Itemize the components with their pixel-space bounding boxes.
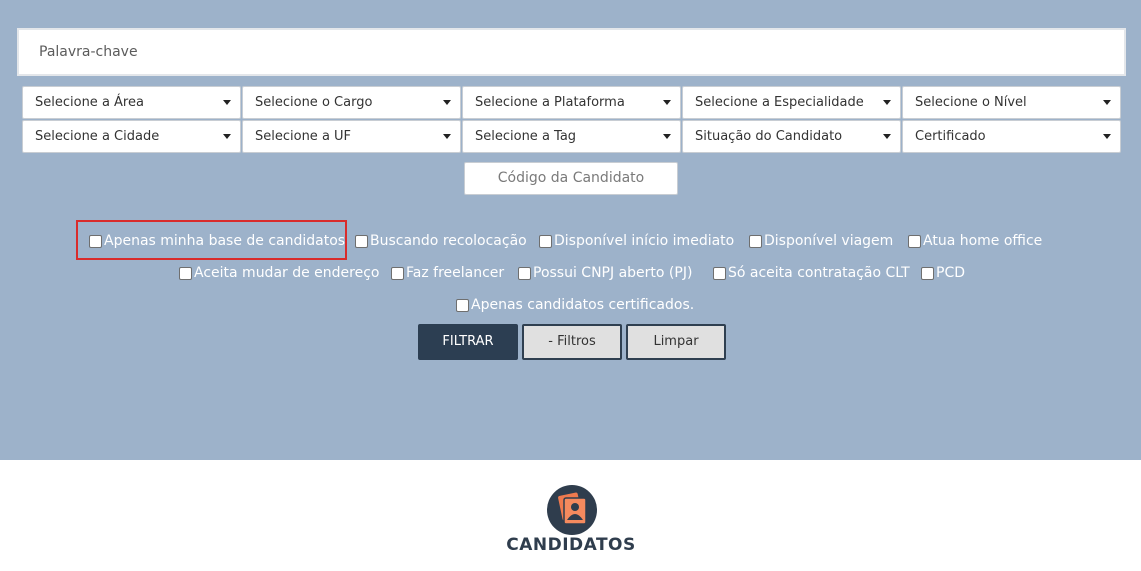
select-nivel-label: Selecione o Nível xyxy=(915,95,1027,110)
clear-button[interactable]: Limpar xyxy=(626,324,726,360)
select-especialidade-label: Selecione a Especialidade xyxy=(695,95,864,110)
checkbox-box[interactable] xyxy=(179,266,192,280)
caret-down-icon xyxy=(443,100,451,105)
checkbox-label: PCD xyxy=(936,265,965,281)
select-cargo[interactable]: Selecione o Cargo xyxy=(242,86,461,119)
caret-down-icon xyxy=(663,100,671,105)
caret-down-icon xyxy=(663,134,671,139)
checkbox-label: Só aceita contratação CLT xyxy=(728,265,910,281)
checkbox-box[interactable] xyxy=(921,266,934,280)
select-uf-label: Selecione a UF xyxy=(255,129,352,144)
checkbox-box[interactable] xyxy=(355,234,368,248)
checkbox-certificados[interactable]: Apenas candidatos certificados. xyxy=(456,295,694,315)
less-filters-button[interactable]: - Filtros xyxy=(522,324,622,360)
caret-down-icon xyxy=(883,100,891,105)
checkbox-freelancer[interactable]: Faz freelancer xyxy=(391,263,504,283)
checkbox-inicio-imediato[interactable]: Disponível início imediato xyxy=(539,231,734,251)
checkbox-box[interactable] xyxy=(518,266,531,280)
checkbox-box[interactable] xyxy=(713,266,726,280)
checkbox-pcd[interactable]: PCD xyxy=(921,263,965,283)
checkbox-label: Buscando recolocação xyxy=(370,233,527,249)
checkbox-box[interactable] xyxy=(89,234,102,248)
checkbox-box[interactable] xyxy=(391,266,404,280)
filter-panel: Palavra-chave Selecione a Área Selecione… xyxy=(0,0,1141,460)
candidate-card-icon xyxy=(546,484,598,536)
checkbox-label: Aceita mudar de endereço xyxy=(194,265,380,281)
caret-down-icon xyxy=(1103,134,1111,139)
checkbox-cnpj[interactable]: Possui CNPJ aberto (PJ) xyxy=(518,263,692,283)
checkbox-label: Apenas candidatos certificados. xyxy=(471,297,695,313)
checkbox-label: Possui CNPJ aberto (PJ) xyxy=(533,265,693,281)
select-area-label: Selecione a Área xyxy=(35,95,144,110)
select-nivel[interactable]: Selecione o Nível xyxy=(902,86,1121,119)
keyword-input[interactable]: Palavra-chave xyxy=(17,28,1126,76)
select-situacao-label: Situação do Candidato xyxy=(695,129,843,144)
select-cargo-label: Selecione o Cargo xyxy=(255,95,373,110)
checkbox-box[interactable] xyxy=(908,234,921,248)
select-tag-label: Selecione a Tag xyxy=(475,129,577,144)
checkbox-mudar-endereco[interactable]: Aceita mudar de endereço xyxy=(179,263,380,283)
select-cidade[interactable]: Selecione a Cidade xyxy=(22,120,241,153)
checkbox-clt[interactable]: Só aceita contratação CLT xyxy=(713,263,910,283)
checkbox-minha-base[interactable]: Apenas minha base de candidatos xyxy=(89,231,345,251)
select-area[interactable]: Selecione a Área xyxy=(22,86,241,119)
brand-name: CANDIDATOS xyxy=(506,535,636,555)
caret-down-icon xyxy=(1103,100,1111,105)
checkbox-box[interactable] xyxy=(539,234,552,248)
checkbox-recolocacao[interactable]: Buscando recolocação xyxy=(355,231,527,251)
select-uf[interactable]: Selecione a UF xyxy=(242,120,461,153)
select-especialidade[interactable]: Selecione a Especialidade xyxy=(682,86,901,119)
select-situacao[interactable]: Situação do Candidato xyxy=(682,120,901,153)
caret-down-icon xyxy=(223,134,231,139)
caret-down-icon xyxy=(883,134,891,139)
checkbox-box[interactable] xyxy=(749,234,762,248)
checkbox-home-office[interactable]: Atua home office xyxy=(908,231,1042,251)
checkbox-box[interactable] xyxy=(456,298,469,312)
checkbox-label: Faz freelancer xyxy=(406,265,505,281)
select-plataforma[interactable]: Selecione a Plataforma xyxy=(462,86,681,119)
caret-down-icon xyxy=(443,134,451,139)
select-cidade-label: Selecione a Cidade xyxy=(35,129,160,144)
checkbox-label: Disponível viagem xyxy=(764,233,894,249)
checkbox-label: Apenas minha base de candidatos xyxy=(104,233,346,249)
select-plataforma-label: Selecione a Plataforma xyxy=(475,95,625,110)
caret-down-icon xyxy=(223,100,231,105)
checkbox-label: Atua home office xyxy=(923,233,1043,249)
select-tag[interactable]: Selecione a Tag xyxy=(462,120,681,153)
select-certificado-label: Certificado xyxy=(915,129,986,144)
candidate-code-input[interactable]: Código da Candidato xyxy=(464,162,678,195)
filter-button[interactable]: FILTRAR xyxy=(418,324,518,360)
checkbox-viagem[interactable]: Disponível viagem xyxy=(749,231,893,251)
checkbox-label: Disponível início imediato xyxy=(554,233,735,249)
select-certificado[interactable]: Certificado xyxy=(902,120,1121,153)
